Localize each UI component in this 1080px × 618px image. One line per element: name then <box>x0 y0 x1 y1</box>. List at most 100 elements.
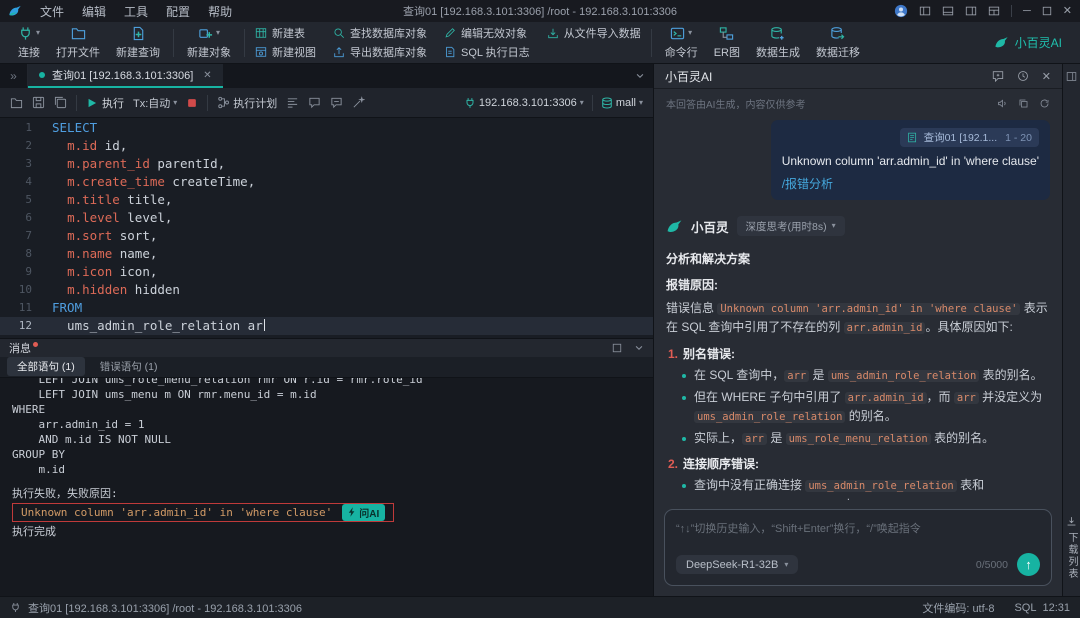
collapse-editor-icon[interactable] <box>627 64 653 88</box>
format-icon[interactable] <box>286 96 299 109</box>
read-aloud-icon[interactable] <box>997 98 1008 109</box>
output-line: GROUP BY <box>12 447 641 462</box>
menu-item[interactable]: 文件 <box>32 2 72 21</box>
panel-right-icon[interactable] <box>965 5 977 17</box>
beautify-wand-icon[interactable] <box>352 96 365 109</box>
connection-dropdown[interactable]: 192.168.3.101:3306▾ <box>464 97 584 109</box>
titlebar-divider <box>1011 5 1012 17</box>
open-file-button[interactable]: 打开文件 <box>48 25 108 60</box>
right-sidebar-strip: 下载列表 <box>1062 64 1080 596</box>
new-view-button[interactable]: 新建视图 <box>255 43 316 61</box>
run-button[interactable]: 执行 <box>86 95 124 111</box>
ai-input-placeholder: “↑↓”切换历史输入，“Shift+Enter”换行，“/”唤起指令 <box>676 520 1040 536</box>
database-dropdown[interactable]: mall▾ <box>601 97 643 109</box>
deep-think-label: 深度思考(用时8s) <box>746 219 827 234</box>
collapse-panel-icon[interactable] <box>634 343 644 353</box>
ai-disclaimer-row: 本回答由AI生成，内容仅供参考 <box>666 96 1050 111</box>
minimize-button[interactable]: ─ <box>1023 6 1031 17</box>
stop-button[interactable] <box>186 97 198 109</box>
panel-left-icon[interactable] <box>919 5 931 17</box>
command-line-button[interactable]: ▾ 命令行 <box>657 25 706 60</box>
language-mode[interactable]: SQL <box>1014 602 1036 614</box>
menu-item[interactable]: 配置 <box>158 2 198 21</box>
menu-item[interactable]: 编辑 <box>74 2 114 21</box>
regenerate-icon[interactable] <box>1039 98 1050 109</box>
restore-panel-icon[interactable] <box>612 343 622 353</box>
send-button[interactable]: ↑ <box>1017 553 1040 576</box>
cursor-position[interactable]: 12:31 <box>1042 602 1070 614</box>
history-icon[interactable] <box>1017 70 1029 82</box>
new-chat-icon[interactable] <box>992 70 1004 82</box>
find-db-object-button[interactable]: 查找数据库对象 <box>333 24 427 42</box>
copy-icon[interactable] <box>1018 98 1029 109</box>
maximize-button[interactable] <box>1042 6 1052 16</box>
message-output[interactable]: LEFT JOIN ums_role_menu_relation rmr ON … <box>0 378 653 597</box>
ai-assistant-label: 小百灵AI <box>1015 34 1062 51</box>
chevron-down-icon: ▾ <box>216 29 220 37</box>
new-object-button[interactable]: ▾ 新建对象 <box>179 25 239 60</box>
edit-invalid-object-button[interactable]: 编辑无效对象 <box>444 24 530 42</box>
comment-icon[interactable] <box>308 96 321 109</box>
bullet-dot-icon <box>682 396 686 400</box>
new-query-button[interactable]: 新建查询 <box>108 25 168 60</box>
editor-line[interactable]: 12 ums_admin_role_relation ar <box>0 317 653 335</box>
editor-line[interactable]: 1SELECT <box>0 119 653 137</box>
sql-reference-chip[interactable]: 查询01 [192.1... 1 - 20 <box>900 128 1039 147</box>
file-encoding[interactable]: 文件编码: utf-8 <box>922 600 994 616</box>
menu-item[interactable]: 工具 <box>116 2 156 21</box>
ai-assistant-button[interactable]: 小百灵AI <box>994 34 1070 51</box>
new-table-button[interactable]: 新建表 <box>255 24 316 42</box>
model-selector[interactable]: DeepSeek-R1-32B▾ <box>676 555 798 574</box>
side-panel-toggle-icon[interactable] <box>1066 71 1077 82</box>
data-generate-button[interactable]: 数据生成 <box>748 25 808 60</box>
output-line: LEFT JOIN ums_role_menu_relation rmr ON … <box>12 378 641 387</box>
panel-bottom-icon[interactable] <box>942 5 954 17</box>
tab-close-icon[interactable]: ✕ <box>203 70 211 81</box>
download-list-button[interactable]: 下载列表 <box>1064 516 1079 580</box>
editor-line[interactable]: 6 m.level level, <box>0 209 653 227</box>
sql-editor[interactable]: 1SELECT2 m.id id,3 m.parent_id parentId,… <box>0 118 653 338</box>
output-line: m.id <box>12 462 641 477</box>
connection-info: 192.168.3.101:3306▾ mall▾ <box>464 95 643 111</box>
ai-conversation[interactable]: 本回答由AI生成，内容仅供参考 查询01 [192.1... 1 - 20 Un… <box>654 89 1062 500</box>
editor-line[interactable]: 11FROM <box>0 299 653 317</box>
tab-all-statements[interactable]: 全部语句 (1) <box>7 357 85 376</box>
connect-label: 连接 <box>18 44 40 60</box>
open-icon[interactable] <box>10 96 23 109</box>
export-db-object-button[interactable]: 导出数据库对象 <box>333 43 427 61</box>
editor-line[interactable]: 2 m.id id, <box>0 137 653 155</box>
er-diagram-button[interactable]: ER图 <box>706 25 748 60</box>
uncomment-icon[interactable] <box>330 96 343 109</box>
sql-log-button[interactable]: SQL 执行日志 <box>444 43 530 61</box>
close-button[interactable]: ✕ <box>1063 6 1072 17</box>
editor-line[interactable]: 3 m.parent_id parentId, <box>0 155 653 173</box>
error-highlight-box: Unknown column 'arr.admin_id' in 'where … <box>12 503 394 522</box>
panel-layout-icon[interactable] <box>988 5 1000 17</box>
editor-line[interactable]: 4 m.create_time createTime, <box>0 173 653 191</box>
user-avatar-icon[interactable] <box>894 4 908 18</box>
ai-input-box[interactable]: “↑↓”切换历史输入，“Shift+Enter”换行，“/”唤起指令 DeepS… <box>664 509 1052 586</box>
import-from-file-button[interactable]: 从文件导入数据 <box>547 24 641 42</box>
editor-line[interactable]: 8 m.name name, <box>0 245 653 263</box>
connect-button[interactable]: ▾ 连接 <box>10 25 48 60</box>
toolbar-separator <box>651 29 652 57</box>
editor-line[interactable]: 7 m.sort sort, <box>0 227 653 245</box>
deep-think-toggle[interactable]: 深度思考(用时8s)▾ <box>737 216 845 236</box>
ask-ai-button[interactable]: 问AI <box>342 504 385 521</box>
data-migrate-button[interactable]: 数据迁移 <box>808 25 868 60</box>
menu-item[interactable]: 帮助 <box>200 2 240 21</box>
tab-error-statements[interactable]: 错误语句 (1) <box>90 357 168 376</box>
editor-line[interactable]: 9 m.icon icon, <box>0 263 653 281</box>
tx-mode-dropdown[interactable]: Tx:自动▾ <box>133 95 177 111</box>
save-icon[interactable] <box>32 96 45 109</box>
import-from-file-label: 从文件导入数据 <box>564 25 641 41</box>
editor-line[interactable]: 10 m.hidden hidden <box>0 281 653 299</box>
save-all-icon[interactable] <box>54 96 67 109</box>
export-db-object-label: 导出数据库对象 <box>350 44 427 60</box>
ai-avatar-icon <box>666 218 683 235</box>
editor-line[interactable]: 5 m.title title, <box>0 191 653 209</box>
explain-plan-button[interactable]: 执行计划 <box>217 95 277 111</box>
close-panel-icon[interactable]: ✕ <box>1042 70 1051 83</box>
tab-query01[interactable]: 查询01 [192.168.3.101:3306] ✕ <box>28 64 223 88</box>
tab-overflow-icon[interactable]: » <box>0 64 28 88</box>
